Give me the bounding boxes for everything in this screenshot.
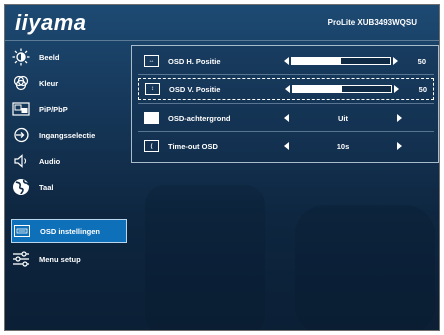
row-divider [138,74,434,75]
header-divider [5,40,439,41]
osd-icon [12,222,32,240]
menu-item-label: Kleur [39,78,59,88]
menu-item-label: Ingangsselectie [39,130,96,140]
menu-item-label: Menu setup [39,254,81,264]
setting-value: Uit [338,113,348,123]
setting-value: 10s [336,141,350,151]
decrease-arrow-icon[interactable] [284,57,289,65]
osd-header: iiyama ProLite XUB3493WQSU [5,5,439,39]
settings-panel: ↔ OSD H. Positie 50 ↕ OSD V. Positie 50 … [131,45,439,163]
setting-osd-background[interactable]: OSD-achtergrond Uit [138,107,434,129]
value-slider[interactable] [292,85,392,93]
color-icon [11,74,31,92]
setting-value: 50 [418,84,427,94]
menu-item-label: OSD instellingen [40,226,101,236]
increase-arrow-icon[interactable] [393,57,398,65]
decrease-arrow-icon[interactable] [284,142,289,150]
input-icon [11,126,31,144]
increase-arrow-icon[interactable] [397,114,402,122]
model-name: ProLite XUB3493WQSU [327,18,417,27]
menu-item-label: Audio [39,156,61,166]
menu-item-osd-instellingen[interactable]: OSD instellingen [11,219,127,243]
pip-icon [11,100,31,118]
h-position-icon: ↔ [144,55,159,67]
menu-item-ingangsselectie[interactable]: Ingangsselectie [11,123,127,147]
menu-item-menu-setup[interactable]: Menu setup [11,247,127,271]
menu-item-label: Beeld [39,52,60,62]
brightness-icon [11,48,31,66]
row-divider [138,103,434,104]
decrease-arrow-icon[interactable] [285,85,290,93]
setting-osd-v-position[interactable]: ↕ OSD V. Positie 50 [138,78,434,100]
setting-osd-timeout[interactable]: ⟨ Time-out OSD 10s [138,135,434,157]
setting-label: Time-out OSD [168,141,218,151]
timeout-icon: ⟨ [144,140,159,152]
menu-item-label: Taal [39,182,54,192]
globe-icon [11,178,31,196]
menu-item-pip-pbp[interactable]: PiP/PbP [11,97,127,121]
value-slider[interactable] [291,57,391,65]
setting-label: OSD V. Positie [169,84,221,94]
setting-label: OSD-achtergrond [168,113,231,123]
v-position-icon: ↕ [145,83,160,95]
setting-label: OSD H. Positie [168,56,221,66]
row-divider [138,131,434,132]
setting-value: 50 [417,56,426,66]
menu-item-beeld[interactable]: Beeld [11,45,127,69]
menu-item-taal[interactable]: Taal [11,175,127,199]
background-icon [144,112,159,124]
decrease-arrow-icon[interactable] [284,114,289,122]
brand-logo: iiyama [15,10,87,35]
menu-item-audio[interactable]: Audio [11,149,127,173]
menu-item-kleur[interactable]: Kleur [11,71,127,95]
increase-arrow-icon[interactable] [397,142,402,150]
sliders-icon [11,250,31,268]
menu-item-label: PiP/PbP [39,104,68,114]
speaker-icon [11,152,31,170]
setting-osd-h-position[interactable]: ↔ OSD H. Positie 50 [138,50,434,72]
increase-arrow-icon[interactable] [394,85,399,93]
osd-window: iiyama ProLite XUB3493WQSU Beeld Kleur P… [4,4,440,331]
